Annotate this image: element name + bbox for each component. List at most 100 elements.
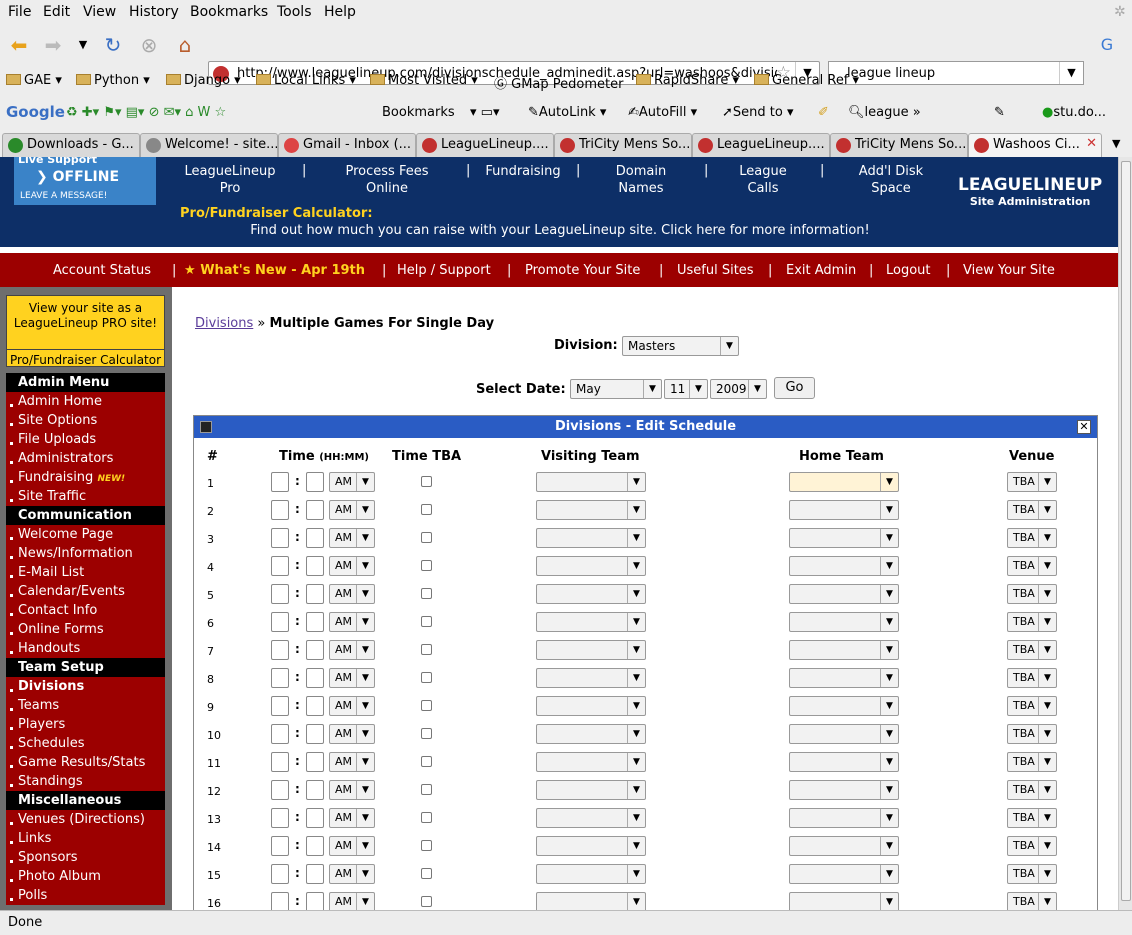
sidebar-item-online-forms[interactable]: Online Forms (6, 620, 165, 639)
menu-file[interactable]: File (8, 4, 31, 20)
home-team-select[interactable]: ▼ (789, 528, 899, 548)
ampm-select[interactable]: AM ▼ (329, 892, 375, 910)
close-icon[interactable]: ✕ (1077, 420, 1091, 434)
nav-account-status[interactable]: Account Status (53, 263, 151, 278)
sidebar-item-players[interactable]: Players (6, 715, 165, 734)
nav-view-site[interactable]: View Your Site (963, 263, 1055, 278)
home-team-select[interactable]: ▼ (789, 640, 899, 660)
tab-list-icon[interactable]: ▼ (1112, 137, 1120, 150)
minute-input[interactable] (306, 808, 324, 828)
venue-select[interactable]: TBA ▼ (1007, 892, 1057, 910)
ampm-select[interactable]: AM ▼ (329, 640, 375, 660)
home-team-select[interactable]: ▼ (789, 584, 899, 604)
link-league-calls[interactable]: League Calls (734, 163, 792, 197)
menu-help[interactable]: Help (324, 4, 356, 20)
tab-leaguelineup-2[interactable]: LeagueLineup.... (692, 133, 830, 157)
home-team-select[interactable]: ▼ (789, 668, 899, 688)
go-button[interactable]: Go (774, 377, 815, 399)
time-tba-checkbox[interactable] (421, 504, 432, 515)
link-fundraising[interactable]: Fundraising (478, 163, 568, 180)
visiting-team-select[interactable]: ▼ (536, 668, 646, 688)
nav-promote-site[interactable]: Promote Your Site (525, 263, 640, 278)
google-search-icon[interactable]: G (1094, 32, 1120, 58)
time-tba-checkbox[interactable] (421, 616, 432, 627)
pro-calc-link[interactable]: Pro/Fundraiser Calculator (7, 349, 164, 367)
bookmark-python[interactable]: Python ▾ (76, 73, 150, 88)
hour-input[interactable] (271, 892, 289, 910)
time-tba-checkbox[interactable] (421, 588, 432, 599)
time-tba-checkbox[interactable] (421, 784, 432, 795)
home-team-select[interactable]: ▼ (789, 780, 899, 800)
sidebar-item-venues[interactable]: Venues (Directions) (6, 810, 165, 829)
sidebar-item-welcome-page[interactable]: Welcome Page (6, 525, 165, 544)
sidebar-item-admin-home[interactable]: Admin Home (6, 392, 165, 411)
pro-promo-text[interactable]: View your site as a LeagueLineup PRO sit… (7, 301, 164, 331)
menu-view[interactable]: View (83, 4, 116, 20)
visiting-team-select[interactable]: ▼ (536, 724, 646, 744)
hour-input[interactable] (271, 752, 289, 772)
tab-washoos-active[interactable]: Washoos Ci... ✕ (968, 133, 1102, 157)
home-team-select[interactable]: ▼ (789, 892, 899, 910)
menu-tools[interactable]: Tools (277, 4, 312, 20)
hour-input[interactable] (271, 640, 289, 660)
live-support-badge[interactable]: Live Support ❯ OFFLINE LEAVE A MESSAGE! (14, 157, 156, 205)
menu-bookmarks[interactable]: Bookmarks (190, 4, 268, 20)
time-tba-checkbox[interactable] (421, 756, 432, 767)
breadcrumb-divisions-link[interactable]: Divisions (195, 316, 253, 331)
hour-input[interactable] (271, 528, 289, 548)
time-tba-checkbox[interactable] (421, 728, 432, 739)
history-dropdown-icon[interactable]: ▼ (70, 32, 96, 58)
home-team-select[interactable]: ▼ (789, 472, 899, 492)
time-tba-checkbox[interactable] (421, 700, 432, 711)
venue-select[interactable]: TBA ▼ (1007, 584, 1057, 604)
toolbar-sendto[interactable]: ➚Send to ▾ (722, 105, 794, 120)
sidebar-item-calendar[interactable]: Calendar/Events (6, 582, 165, 601)
venue-select[interactable]: TBA ▼ (1007, 556, 1057, 576)
pro-promo-box[interactable]: View your site as a LeagueLineup PRO sit… (6, 295, 165, 367)
ampm-select[interactable]: AM ▼ (329, 836, 375, 856)
toolbar-bookmarks[interactable]: Bookmarks (382, 105, 455, 120)
link-domain-names[interactable]: Domain Names (608, 163, 674, 197)
venue-select[interactable]: TBA ▼ (1007, 780, 1057, 800)
tab-leaguelineup-1[interactable]: LeagueLineup.... (416, 133, 554, 157)
ampm-select[interactable]: AM ▼ (329, 584, 375, 604)
ampm-select[interactable]: AM ▼ (329, 696, 375, 716)
sidebar-item-administrators[interactable]: Administrators (6, 449, 165, 468)
ampm-select[interactable]: AM ▼ (329, 864, 375, 884)
sidebar-item-standings[interactable]: Standings (6, 772, 165, 791)
minute-input[interactable] (306, 752, 324, 772)
home-team-select[interactable]: ▼ (789, 864, 899, 884)
stop-icon[interactable]: ⊗ (136, 32, 162, 58)
venue-select[interactable]: TBA ▼ (1007, 836, 1057, 856)
time-tba-checkbox[interactable] (421, 812, 432, 823)
nav-logout[interactable]: Logout (886, 263, 931, 278)
visiting-team-select[interactable]: ▼ (536, 556, 646, 576)
sidebar-item-polls[interactable]: Polls (6, 886, 165, 905)
venue-select[interactable]: TBA ▼ (1007, 668, 1057, 688)
hour-input[interactable] (271, 780, 289, 800)
time-tba-checkbox[interactable] (421, 868, 432, 879)
bookmark-gae[interactable]: GAE ▾ (6, 73, 62, 88)
home-team-select[interactable]: ▼ (789, 696, 899, 716)
time-tba-checkbox[interactable] (421, 560, 432, 571)
sidebar-item-schedules[interactable]: Schedules (6, 734, 165, 753)
sidebar-item-handouts[interactable]: Handouts (6, 639, 165, 658)
sidebar-item-email-list[interactable]: E-Mail List (6, 563, 165, 582)
scrollbar-thumb[interactable] (1121, 161, 1131, 901)
bookmark-rapidshare[interactable]: RapidShare ▾ (636, 73, 739, 88)
tab-tricity-2[interactable]: TriCity Mens So... (830, 133, 968, 157)
venue-select[interactable]: TBA ▼ (1007, 724, 1057, 744)
venue-select[interactable]: TBA ▼ (1007, 612, 1057, 632)
time-tba-checkbox[interactable] (421, 896, 432, 907)
menu-edit[interactable]: Edit (43, 4, 70, 20)
venue-select[interactable]: TBA ▼ (1007, 808, 1057, 828)
ampm-select[interactable]: AM ▼ (329, 612, 375, 632)
sidebar-item-fundraising[interactable]: Fundraising NEW! (6, 468, 165, 487)
bookmark-local-links[interactable]: Local Links ▾ (256, 73, 356, 88)
home-team-select[interactable]: ▼ (789, 500, 899, 520)
nav-help-support[interactable]: Help / Support (397, 263, 491, 278)
highlight-icon[interactable]: ✐ (818, 105, 829, 120)
tab-gmail[interactable]: Gmail - Inbox (... (278, 133, 416, 157)
ampm-select[interactable]: AM ▼ (329, 556, 375, 576)
ampm-select[interactable]: AM ▼ (329, 752, 375, 772)
